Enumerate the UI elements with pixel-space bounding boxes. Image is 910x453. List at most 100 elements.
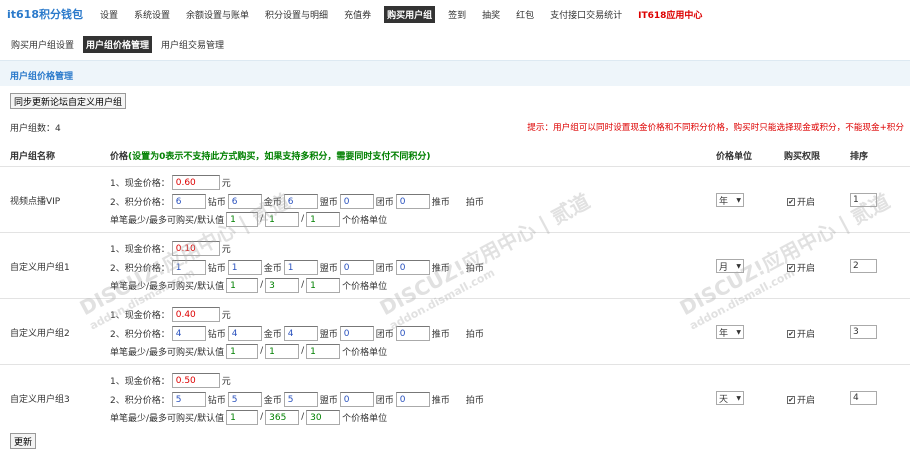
header-group-name: 用户组名称 — [10, 152, 56, 162]
cash-price-input[interactable]: 0.50 — [171, 372, 220, 388]
purchase-permission-checkbox[interactable]: ✔ 开启 — [787, 261, 815, 274]
default-quantity-input[interactable]: 1 — [306, 277, 341, 293]
top-navigation: it618积分钱包 设置 系统设置 余额设置与账单 积分设置与明细 充值券 购买… — [0, 0, 910, 28]
sort-input[interactable]: 4 — [850, 391, 877, 405]
sync-usergroups-button[interactable]: 同步更新论坛自定义用户组 — [10, 93, 127, 109]
group-coin-input[interactable]: 0 — [339, 391, 374, 407]
group-coin-input[interactable]: 0 — [339, 325, 374, 341]
sort-input[interactable]: 2 — [850, 259, 877, 273]
limits-label: 单笔最少/最多可购买/默认值 — [110, 413, 225, 424]
shoot-coin-label: 拍币 — [465, 263, 484, 274]
diamond-coin-input[interactable]: 1 — [171, 259, 206, 275]
min-quantity-input[interactable]: 1 — [226, 409, 259, 425]
nav-item-settings[interactable]: 设置 — [97, 6, 121, 23]
gold-coin-input[interactable]: 1 — [227, 259, 262, 275]
tab-usergroup-price[interactable]: 用户组价格管理 — [83, 36, 153, 53]
separator: / — [301, 280, 305, 290]
cash-price-input[interactable]: 0.60 — [171, 174, 220, 190]
nav-item-system-settings[interactable]: 系统设置 — [131, 6, 173, 23]
max-quantity-input[interactable]: 1 — [265, 211, 300, 227]
cash-price-input[interactable]: 0.10 — [171, 240, 220, 256]
league-coin-input[interactable]: 4 — [283, 325, 318, 341]
min-quantity-input[interactable]: 1 — [226, 211, 259, 227]
push-coin-label: 推币 — [431, 197, 450, 208]
brand-title[interactable]: it618积分钱包 — [7, 6, 83, 22]
nav-item-red-packet[interactable]: 红包 — [513, 6, 537, 23]
purchase-permission-checkbox[interactable]: ✔ 开启 — [787, 393, 815, 406]
price-unit-select[interactable]: 年 ▼ — [716, 193, 744, 207]
points-price-label: 2、积分价格： — [110, 329, 170, 340]
gold-coin-input[interactable]: 5 — [227, 391, 262, 407]
enable-label: 开启 — [797, 330, 816, 340]
diamond-coin-input[interactable]: 4 — [171, 325, 206, 341]
tab-buy-usergroup-settings[interactable]: 购买用户组设置 — [8, 36, 77, 53]
yuan-label: 元 — [221, 244, 231, 255]
nav-item-app-center[interactable]: IT618应用中心 — [635, 6, 705, 23]
chevron-down-icon: ▼ — [736, 196, 741, 204]
header-price-label: 价格 — [110, 152, 129, 162]
nav-item-points[interactable]: 积分设置与明细 — [262, 6, 331, 23]
nav-item-balance[interactable]: 余额设置与账单 — [183, 6, 252, 23]
push-coin-input[interactable]: 0 — [395, 259, 430, 275]
chevron-down-icon: ▼ — [736, 262, 741, 270]
gold-coin-input[interactable]: 4 — [227, 325, 262, 341]
yuan-label: 元 — [221, 178, 231, 189]
sort-input[interactable]: 3 — [850, 325, 877, 339]
league-coin-label: 盟币 — [319, 197, 338, 208]
header-sort: 排序 — [850, 152, 869, 162]
points-price-line: 2、积分价格： 1 钻币 1 金币 1 盟币 0 团币 0 推币 拍币 — [110, 259, 486, 275]
nav-item-recharge-coupons[interactable]: 充值券 — [341, 6, 374, 23]
nav-item-payment-stats[interactable]: 支付接口交易统计 — [547, 6, 625, 23]
limits-unit-label: 个价格单位 — [342, 281, 388, 292]
push-coin-input[interactable]: 0 — [395, 391, 430, 407]
nav-item-checkin[interactable]: 签到 — [445, 6, 469, 23]
sort-input[interactable]: 1 — [850, 193, 877, 207]
limits-label: 单笔最少/最多可购买/默认值 — [110, 215, 225, 226]
group-coin-input[interactable]: 0 — [339, 259, 374, 275]
update-button[interactable]: 更新 — [10, 433, 37, 449]
separator: / — [260, 280, 264, 290]
limits-line: 单笔最少/最多可购买/默认值 1/3/1 个价格单位 — [110, 277, 389, 293]
default-quantity-input[interactable]: 1 — [306, 343, 341, 359]
nav-item-lottery[interactable]: 抽奖 — [479, 6, 503, 23]
points-price-label: 2、积分价格： — [110, 395, 170, 406]
enable-label: 开启 — [797, 396, 816, 406]
price-unit-select[interactable]: 年 ▼ — [716, 325, 744, 339]
league-coin-input[interactable]: 1 — [283, 259, 318, 275]
price-unit-select[interactable]: 月 ▼ — [716, 259, 744, 273]
shoot-coin-label: 拍币 — [465, 329, 484, 340]
table-row: 自定义用户组1 1、现金价格： 0.10 元 2、积分价格： 1 钻币 1 金币 1 盟币 0 团币 0 推… — [0, 232, 910, 298]
league-coin-label: 盟币 — [319, 263, 338, 274]
purchase-permission-checkbox[interactable]: ✔ 开启 — [787, 195, 815, 208]
tab-usergroup-trades[interactable]: 用户组交易管理 — [158, 36, 227, 53]
nav-item-buy-usergroup[interactable]: 购买用户组 — [384, 5, 436, 23]
diamond-coin-input[interactable]: 6 — [171, 193, 206, 209]
league-coin-input[interactable]: 6 — [283, 193, 318, 209]
default-quantity-input[interactable]: 30 — [306, 409, 341, 425]
default-quantity-input[interactable]: 1 — [306, 211, 341, 227]
push-coin-input[interactable]: 0 — [395, 193, 430, 209]
diamond-coin-label: 钻币 — [207, 263, 226, 274]
max-quantity-input[interactable]: 1 — [265, 343, 300, 359]
group-coin-input[interactable]: 0 — [339, 193, 374, 209]
yuan-label: 元 — [221, 376, 231, 387]
cash-price-label: 1、现金价格： — [110, 310, 170, 321]
price-unit-value: 年 — [719, 196, 729, 207]
tip-text: 提示：用户组可以同时设置现金价格和不同积分价格，购买时只能选择现金或积分，不能现… — [527, 123, 904, 133]
gold-coin-input[interactable]: 6 — [227, 193, 262, 209]
max-quantity-input[interactable]: 3 — [265, 277, 300, 293]
min-quantity-input[interactable]: 1 — [226, 343, 259, 359]
min-quantity-input[interactable]: 1 — [226, 277, 259, 293]
cash-price-input[interactable]: 0.40 — [171, 306, 220, 322]
group-count: 用户组数：4 — [10, 124, 61, 134]
push-coin-input[interactable]: 0 — [395, 325, 430, 341]
league-coin-label: 盟币 — [319, 329, 338, 340]
diamond-coin-label: 钻币 — [207, 329, 226, 340]
max-quantity-input[interactable]: 365 — [265, 409, 300, 425]
group-name: 自定义用户组2 — [10, 329, 70, 339]
chevron-down-icon: ▼ — [736, 394, 741, 402]
league-coin-input[interactable]: 5 — [283, 391, 318, 407]
purchase-permission-checkbox[interactable]: ✔ 开启 — [787, 327, 815, 340]
diamond-coin-input[interactable]: 5 — [171, 391, 206, 407]
price-unit-select[interactable]: 天 ▼ — [716, 391, 744, 405]
